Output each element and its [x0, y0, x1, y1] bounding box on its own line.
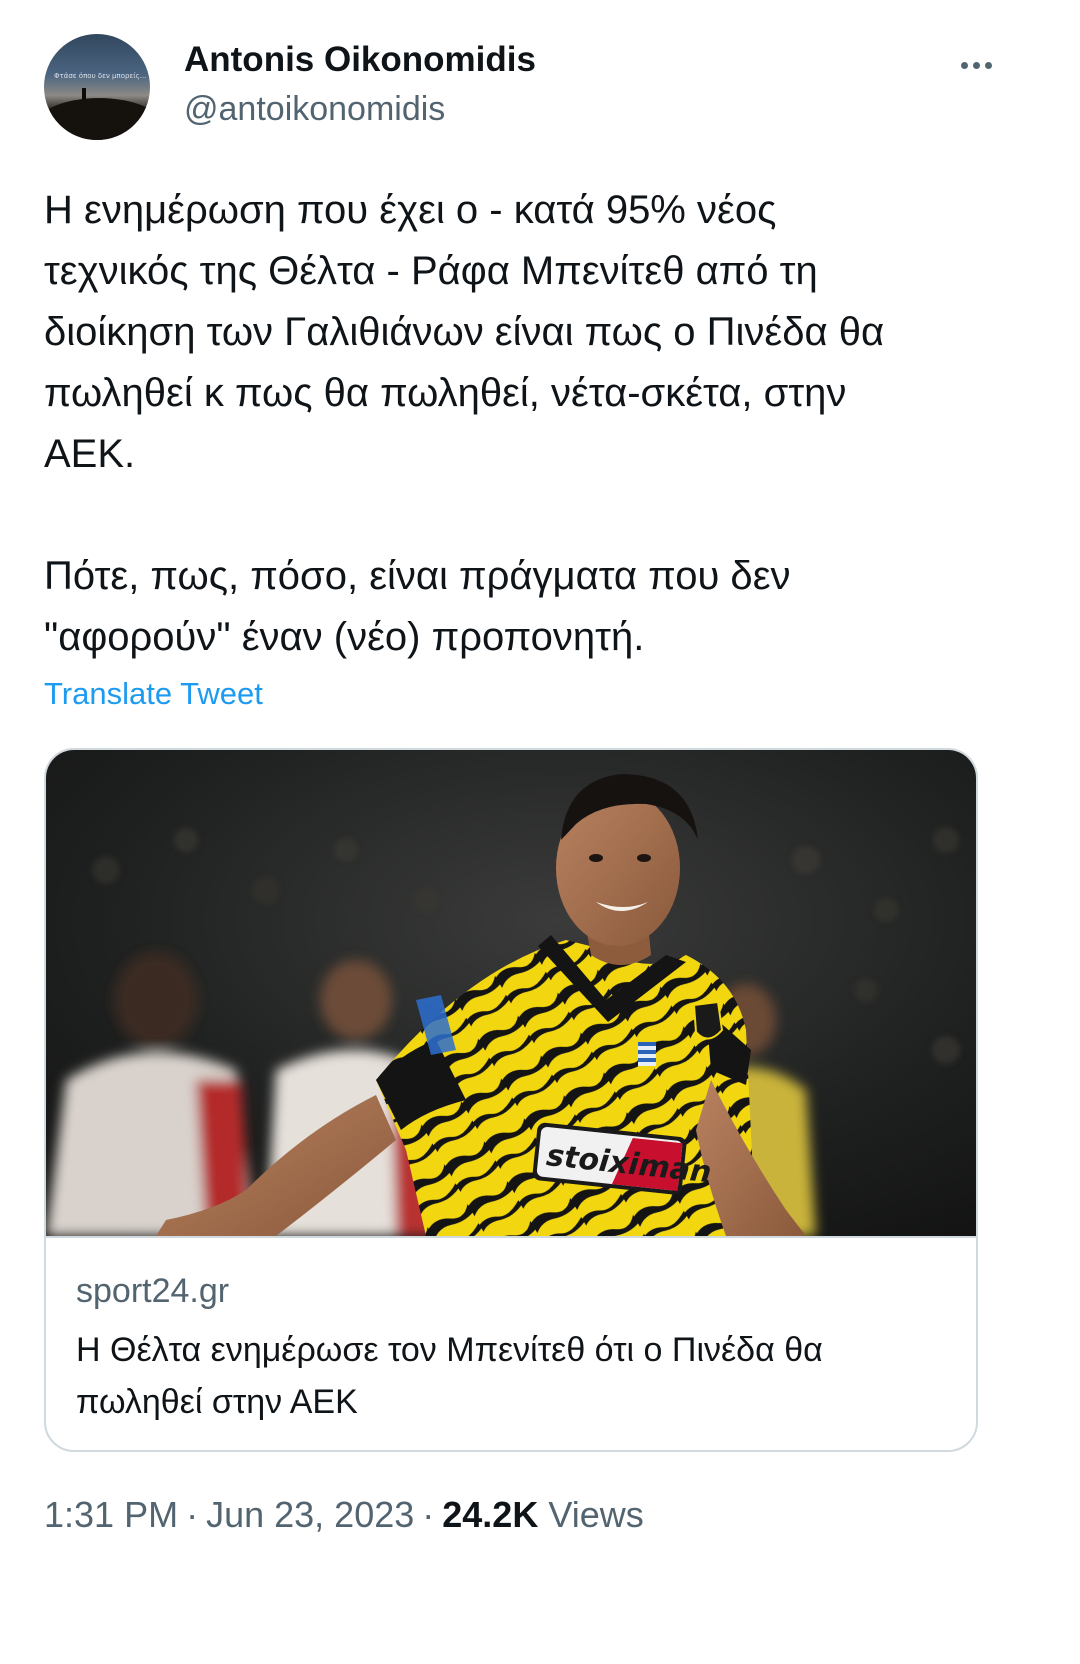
tweet-text: Η ενημέρωση που έχει ο - κατά 95% νέος τ…: [44, 188, 885, 659]
tweet-date[interactable]: Jun 23, 2023: [206, 1494, 414, 1535]
views-count[interactable]: 24.2K: [442, 1494, 538, 1535]
meta-separator: ·: [422, 1494, 435, 1535]
author-display-name[interactable]: Antonis Oikonomidis: [184, 40, 536, 80]
tweet-header: Φτάσε όπου δεν μπορείς... Antonis Oikono…: [44, 34, 1044, 144]
avatar[interactable]: Φτάσε όπου δεν μπορείς...: [44, 34, 150, 140]
translate-tweet-link[interactable]: Translate Tweet: [44, 676, 263, 712]
more-horizontal-icon: [960, 61, 968, 69]
card-domain: sport24.gr: [76, 1272, 230, 1310]
link-preview-card[interactable]: stoiximan sport24.gr Η Θέλτα ενημέρωσε τ…: [44, 748, 978, 1452]
meta-separator: ·: [186, 1494, 199, 1535]
card-divider: [46, 1236, 976, 1238]
card-title: Η Θέλτα ενημέρωσε τον Μπενίτεθ ότι ο Πιν…: [76, 1331, 823, 1421]
tweet-meta: 1:31 PM · Jun 23, 2023 · 24.2K Views: [44, 1494, 644, 1536]
avatar-caption: Φτάσε όπου δεν μπορείς...: [54, 72, 147, 80]
author-handle[interactable]: @antoikonomidis: [184, 90, 445, 129]
more-options-button[interactable]: [948, 48, 1004, 82]
tweet-time[interactable]: 1:31 PM: [44, 1494, 178, 1535]
card-image: stoiximan: [46, 750, 976, 1236]
views-label[interactable]: Views: [548, 1494, 643, 1535]
